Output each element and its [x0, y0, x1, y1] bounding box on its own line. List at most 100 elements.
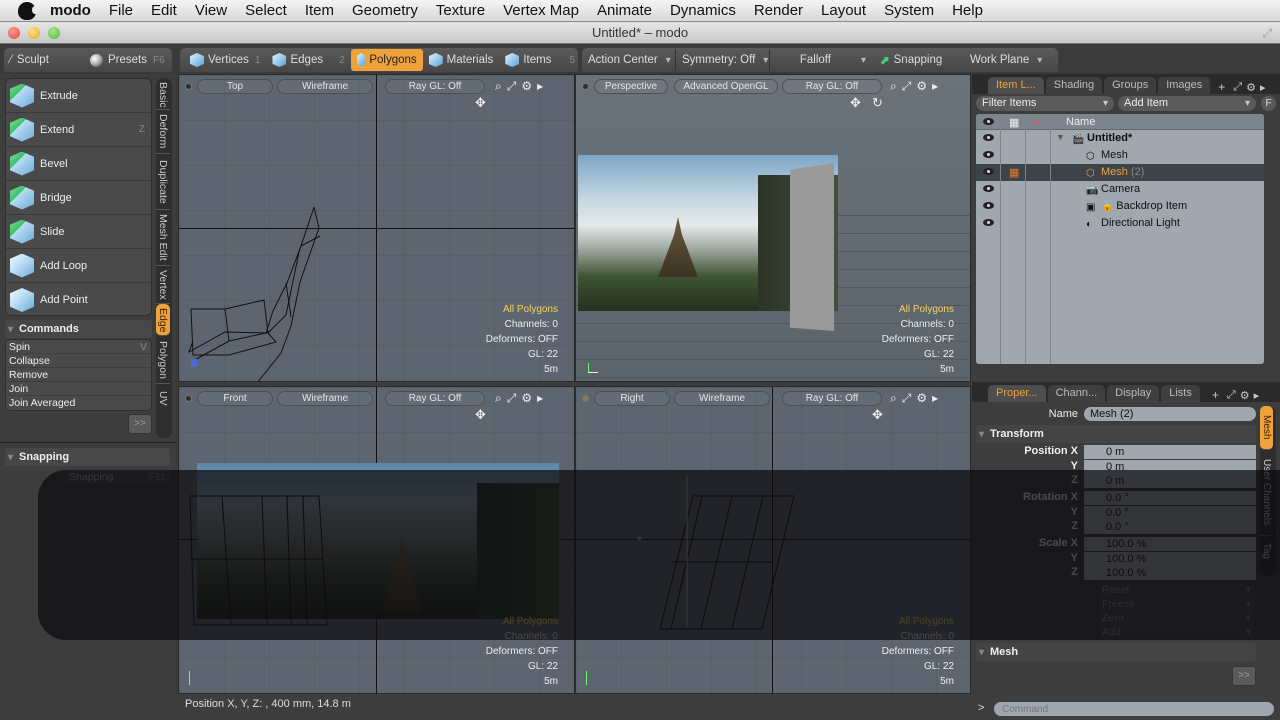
rotation-z-field[interactable]: 0.0 ° — [1084, 520, 1256, 534]
viewport-radio[interactable] — [582, 83, 589, 90]
tab-lists[interactable]: Lists — [1161, 385, 1200, 402]
commands-more-button[interactable]: >> — [128, 414, 152, 434]
mode-polygons-button[interactable]: Polygons — [350, 49, 423, 71]
gear-icon[interactable]: ⚙ — [521, 79, 532, 94]
tree-row[interactable]: ◐ Directional Light — [976, 215, 1264, 232]
add-tab-icon[interactable]: + — [1212, 388, 1219, 402]
command-collapse[interactable]: Collapse — [6, 354, 151, 368]
add-menu[interactable]: Add — [1100, 625, 1255, 639]
play-icon[interactable]: ▸ — [932, 391, 938, 406]
move-view-icon[interactable]: ✥ — [475, 95, 486, 111]
tab-properties[interactable]: Proper... — [988, 385, 1046, 402]
work-plane-dropdown[interactable]: Work Plane — [964, 49, 1050, 71]
tab-images[interactable]: Images — [1158, 77, 1211, 94]
transform-header[interactable]: Transform — [976, 425, 1256, 443]
play-icon[interactable]: ▸ — [537, 391, 543, 406]
symmetry-dropdown[interactable]: Symmetry: Off — [676, 49, 770, 71]
viewport-top[interactable]: Top Wireframe Ray GL: Off ⌕ ⤢ ⚙ ▸ ✥ All Pol… — [178, 74, 575, 382]
falloff-dropdown[interactable]: Falloff — [770, 49, 874, 71]
filter-items-dropdown[interactable]: Filter Items — [976, 96, 1114, 111]
play-icon[interactable]: ▸ — [932, 79, 938, 94]
rotation-y-field[interactable]: 0.0 ° — [1084, 506, 1256, 520]
play-icon[interactable]: ▸ — [1254, 389, 1260, 402]
maximize-icon[interactable]: ⤢ — [507, 79, 517, 94]
tool-bevel[interactable]: Bevel — [6, 147, 151, 181]
move-view-icon[interactable]: ✥ — [850, 95, 861, 111]
gear-icon[interactable]: ⚙ — [1240, 389, 1250, 402]
viewport-radio[interactable] — [185, 395, 192, 402]
side-tab-tag[interactable]: Tag — [1260, 536, 1273, 566]
tool-add-point[interactable]: Add Point — [6, 283, 151, 317]
eye-icon[interactable] — [983, 202, 994, 209]
menu-vertex-map[interactable]: Vertex Map — [503, 2, 579, 19]
apple-icon[interactable] — [18, 1, 38, 20]
menu-item[interactable]: Item — [305, 2, 334, 19]
name-field[interactable]: Mesh (2) — [1084, 407, 1256, 421]
move-view-icon[interactable]: ✥ — [872, 407, 883, 423]
gear-icon[interactable]: ⚙ — [1246, 81, 1256, 94]
tree-row[interactable]: ▼ 🎬 Untitled* — [976, 130, 1264, 147]
selection-readout[interactable]: All Polygons — [882, 614, 954, 629]
add-tab-icon[interactable]: + — [1218, 80, 1225, 94]
command-join-averaged[interactable]: Join Averaged — [6, 396, 151, 410]
mode-items-button[interactable]: Items 5 — [499, 49, 581, 71]
move-view-icon[interactable]: ✥ — [475, 407, 486, 423]
viewport-radio[interactable] — [185, 83, 192, 90]
tab-edge[interactable]: Edge — [156, 304, 170, 336]
tool-extrude[interactable]: Extrude — [6, 79, 151, 113]
viewport-front[interactable]: Front Wireframe Ray GL: Off ⌕ ⤢ ⚙ ▸ ✥ All P… — [178, 386, 575, 694]
eye-icon[interactable] — [983, 185, 994, 192]
command-input[interactable] — [994, 702, 1274, 716]
menu-view[interactable]: View — [195, 2, 227, 19]
rotation-x-field[interactable]: 0.0 ° — [1084, 491, 1256, 505]
snapping-sub-item[interactable]: Snapping F11 — [66, 470, 170, 484]
tab-channels[interactable]: Chann... — [1047, 385, 1106, 402]
name-column-header[interactable]: Name — [1066, 116, 1095, 128]
zoom-icon[interactable]: ⌕ — [495, 391, 502, 406]
maximize-icon[interactable]: ⤢ — [1233, 81, 1242, 94]
tree-row[interactable]: ▣ 🔒 Backdrop Item — [976, 198, 1264, 215]
menu-animate[interactable]: Animate — [597, 2, 652, 19]
add-item-dropdown[interactable]: Add Item — [1118, 96, 1256, 111]
tab-shading[interactable]: Shading — [1045, 77, 1103, 94]
mode-edges-button[interactable]: Edges 2 — [266, 49, 350, 71]
app-menu[interactable]: modo — [50, 2, 91, 19]
mode-vertices-button[interactable]: Vertices 1 — [184, 49, 266, 71]
tab-groups[interactable]: Groups — [1104, 77, 1157, 94]
menu-layout[interactable]: Layout — [821, 2, 866, 19]
tool-bridge[interactable]: Bridge — [6, 181, 151, 215]
expand-icon[interactable]: ▼ — [1056, 132, 1065, 142]
eye-icon[interactable] — [983, 219, 994, 226]
scale-x-field[interactable]: 100.0 % — [1084, 537, 1256, 551]
maximize-icon[interactable]: ⤢ — [1227, 389, 1236, 402]
eye-icon[interactable] — [983, 168, 994, 175]
tool-add-loop[interactable]: Add Loop — [6, 249, 151, 283]
position-x-field[interactable]: 0 m — [1084, 445, 1256, 459]
position-y-field[interactable]: 0 m — [1084, 460, 1256, 474]
maximize-icon[interactable]: ⤢ — [507, 391, 517, 406]
rotate-view-icon[interactable]: ↻ — [872, 95, 883, 111]
f-button[interactable]: F — [1261, 96, 1276, 111]
mesh-more-button[interactable]: >> — [1232, 666, 1256, 686]
maximize-icon[interactable]: ⤢ — [902, 79, 912, 94]
action-center-dropdown[interactable]: Action Center — [582, 49, 676, 71]
view-type-dropdown[interactable]: Perspective — [594, 79, 668, 94]
lock-icon[interactable]: 🔒 — [1101, 201, 1116, 212]
shading-dropdown[interactable]: Wireframe — [277, 391, 373, 406]
raygl-dropdown[interactable]: Ray GL: Off — [782, 79, 882, 94]
commands-header[interactable]: Commands — [5, 320, 152, 338]
menu-file[interactable]: File — [109, 2, 133, 19]
menu-help[interactable]: Help — [952, 2, 983, 19]
tree-row[interactable]: ⬡ Mesh — [976, 147, 1264, 164]
menu-edit[interactable]: Edit — [151, 2, 177, 19]
raygl-dropdown[interactable]: Ray GL: Off — [782, 391, 882, 406]
tree-row[interactable]: ▦ ⬡ Mesh (2) — [976, 164, 1264, 181]
raygl-dropdown[interactable]: Ray GL: Off — [385, 79, 485, 94]
view-type-dropdown[interactable]: Right — [594, 391, 670, 406]
menu-render[interactable]: Render — [754, 2, 803, 19]
tab-polygon[interactable]: Polygon — [156, 336, 170, 384]
scale-y-field[interactable]: 100.0 % — [1084, 552, 1256, 566]
scale-z-field[interactable]: 100.0 % — [1084, 566, 1256, 580]
tab-uv[interactable]: UV — [156, 384, 170, 412]
zero-menu[interactable]: Zero — [1100, 611, 1255, 625]
